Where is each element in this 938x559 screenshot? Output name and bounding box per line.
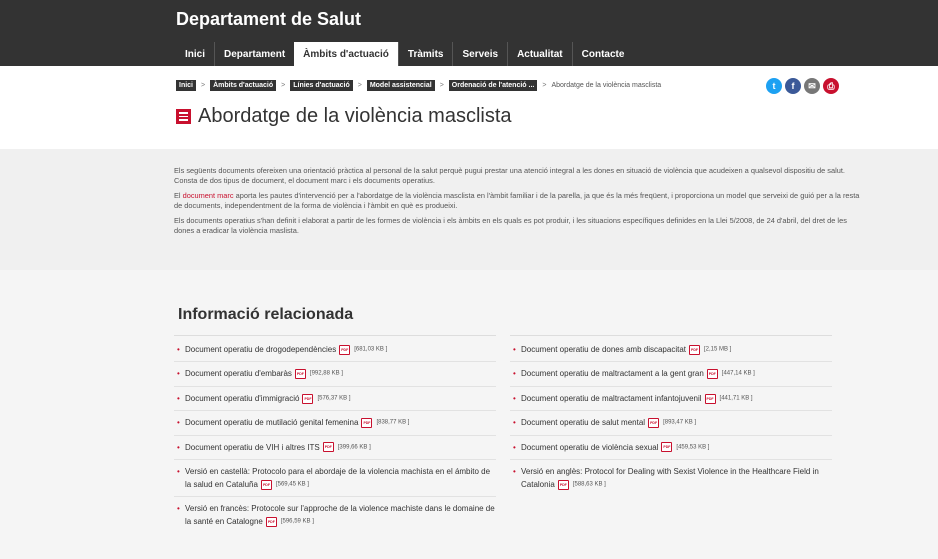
file-size: [459,53 KB ] xyxy=(676,443,710,450)
list-item: Versió en francès: Protocole sur l'appro… xyxy=(174,497,496,533)
file-size: [441,71 KB ] xyxy=(719,395,753,402)
file-size: [576,37 KB ] xyxy=(317,395,351,402)
pdf-icon[interactable]: PDF xyxy=(648,418,660,429)
document-link[interactable]: Document operatiu de dones amb discapaci… xyxy=(521,345,686,354)
site-header: Departament de Salut Inici Departament À… xyxy=(0,0,938,66)
nav-item-contacte[interactable]: Contacte xyxy=(571,42,634,66)
file-size: [681,03 KB ] xyxy=(354,346,388,353)
document-link[interactable]: Versió en francès: Protocole sur l'appro… xyxy=(185,504,495,526)
breadcrumb-link[interactable]: Model assistencial xyxy=(366,80,435,91)
site-title[interactable]: Departament de Salut xyxy=(176,9,361,30)
file-size: [447,14 KB ] xyxy=(721,370,755,377)
list-item: Document operatiu de dones amb discapaci… xyxy=(510,338,832,363)
twitter-icon[interactable]: t xyxy=(766,78,782,94)
file-size: [2,15 MB ] xyxy=(704,346,732,353)
print-icon[interactable]: ⎙ xyxy=(823,78,839,94)
page-title-row: Abordatge de la violència masclista xyxy=(176,105,512,128)
document-link[interactable]: Document operatiu de drogodependències xyxy=(185,345,336,354)
pdf-icon[interactable]: PDF xyxy=(706,369,718,380)
related-documents-right: Document operatiu de dones amb discapaci… xyxy=(510,338,832,496)
document-link[interactable]: Document operatiu de mutilació genital f… xyxy=(185,418,358,427)
related-documents-left: Document operatiu de drogodependènciesPD… xyxy=(174,338,496,534)
list-item: Versió en castellà: Protocolo para el ab… xyxy=(174,460,496,498)
breadcrumb: Inici > Àmbits d'actuació > Línies d'act… xyxy=(176,80,661,91)
intro-text: Els següents documents ofereixen una ori… xyxy=(174,166,864,241)
pdf-icon[interactable]: PDF xyxy=(322,442,334,453)
breadcrumb-separator: > xyxy=(357,82,362,89)
list-item: Versió en anglès: Protocol for Dealing w… xyxy=(510,460,832,496)
nav-item-serveis[interactable]: Serveis xyxy=(452,42,507,66)
list-item: Document operatiu de salut mentalPDF[893… xyxy=(510,411,832,436)
nav-item-ambits-actuacio[interactable]: Àmbits d'actuació xyxy=(294,42,398,66)
document-link[interactable]: Document operatiu de salut mental xyxy=(521,418,645,427)
pdf-icon[interactable]: PDF xyxy=(661,442,673,453)
list-item: Document operatiu de maltractament infan… xyxy=(510,387,832,412)
breadcrumb-separator: > xyxy=(201,82,206,89)
breadcrumb-separator: > xyxy=(439,82,444,89)
list-item: Document operatiu de drogodependènciesPD… xyxy=(174,338,496,363)
list-item: Document operatiu de mutilació genital f… xyxy=(174,411,496,436)
pdf-icon[interactable]: PDF xyxy=(704,393,716,404)
share-bar: t f ✉ ⎙ xyxy=(766,78,839,94)
breadcrumb-link[interactable]: Inici xyxy=(176,80,197,91)
pdf-icon[interactable]: PDF xyxy=(294,369,306,380)
nav-item-inici[interactable]: Inici xyxy=(176,42,214,66)
document-link[interactable]: Document operatiu de VIH i altres ITS xyxy=(185,443,320,452)
intro-text-suffix: aporta les pautes d'intervenció per a l'… xyxy=(174,191,860,210)
document-link[interactable]: Versió en castellà: Protocolo para el ab… xyxy=(185,467,490,489)
document-marc-link[interactable]: document marc xyxy=(183,191,234,200)
document-link[interactable]: Document operatiu de violència sexual xyxy=(521,443,658,452)
main-nav: Inici Departament Àmbits d'actuació Tràm… xyxy=(176,42,633,66)
pdf-icon[interactable]: PDF xyxy=(339,344,351,355)
list-item: Document operatiu d'immigracióPDF[576,37… xyxy=(174,387,496,412)
related-info-title: Informació relacionada xyxy=(178,306,354,323)
nav-item-tramits[interactable]: Tràmits xyxy=(397,42,453,66)
pdf-icon[interactable]: PDF xyxy=(361,418,373,429)
intro-paragraph-3: Els documents operatius s'han definit i … xyxy=(174,216,847,235)
document-link[interactable]: Document operatiu de maltractament a la … xyxy=(521,369,704,378)
nav-item-actualitat[interactable]: Actualitat xyxy=(507,42,572,66)
pdf-icon[interactable]: PDF xyxy=(302,393,314,404)
list-item: Document operatiu de maltractament a la … xyxy=(510,362,832,387)
file-size: [893,47 KB ] xyxy=(663,419,697,426)
pdf-icon[interactable]: PDF xyxy=(260,479,272,490)
pdf-icon[interactable]: PDF xyxy=(689,344,700,355)
breadcrumb-current: Abordatge de la violència masclista xyxy=(551,82,662,89)
divider xyxy=(510,335,832,336)
file-size: [588,63 KB ] xyxy=(572,481,606,488)
list-item: Document operatiu de violència sexualPDF… xyxy=(510,436,832,460)
list-item: Document operatiu d'embaràsPDF[992,88 KB… xyxy=(174,362,496,387)
breadcrumb-link[interactable]: Ordenació de l'atenció ... xyxy=(448,80,538,91)
email-icon[interactable]: ✉ xyxy=(804,78,820,94)
intro-paragraph-1: Els següents documents ofereixen una ori… xyxy=(174,166,845,185)
breadcrumb-separator: > xyxy=(281,82,286,89)
file-size: [569,45 KB ] xyxy=(275,481,309,488)
file-size: [399,66 KB ] xyxy=(337,443,371,450)
document-link[interactable]: Document operatiu d'embaràs xyxy=(185,369,292,378)
menu-icon xyxy=(176,109,191,124)
pdf-icon[interactable]: PDF xyxy=(265,517,277,528)
document-link[interactable]: Document operatiu de maltractament infan… xyxy=(521,394,702,403)
file-size: [992,88 KB ] xyxy=(309,370,343,377)
intro-text-prefix: El xyxy=(174,191,183,200)
breadcrumb-link[interactable]: Línies d'actuació xyxy=(290,80,353,91)
list-item: Document operatiu de VIH i altres ITSPDF… xyxy=(174,436,496,460)
divider xyxy=(174,335,496,336)
file-size: [596,59 KB ] xyxy=(280,518,314,525)
breadcrumb-separator: > xyxy=(542,82,547,89)
intro-paragraph-2: El document marc aporta les pautes d'int… xyxy=(174,191,864,211)
facebook-icon[interactable]: f xyxy=(785,78,801,94)
page-title: Abordatge de la violència masclista xyxy=(198,105,512,127)
file-size: [838,77 KB ] xyxy=(376,419,410,426)
document-link[interactable]: Document operatiu d'immigració xyxy=(185,394,299,403)
nav-item-departament[interactable]: Departament xyxy=(214,42,294,66)
pdf-icon[interactable]: PDF xyxy=(557,479,569,490)
breadcrumb-link[interactable]: Àmbits d'actuació xyxy=(210,80,277,91)
